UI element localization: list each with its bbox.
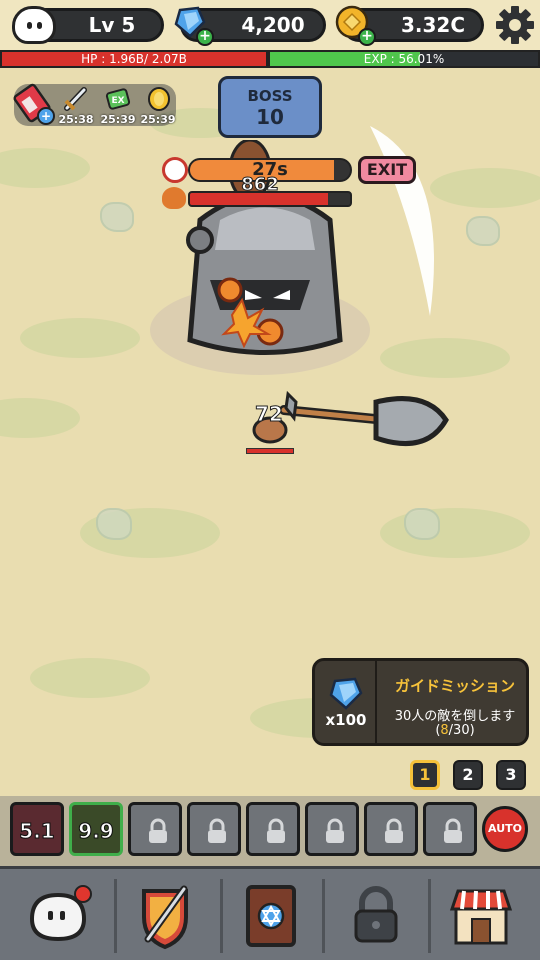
svg-text:EX: EX: [111, 96, 124, 106]
level-label: Lv 5: [88, 13, 136, 37]
skill-cooldown: 9.9: [78, 819, 114, 844]
skill-slot-locked[interactable]: [305, 802, 359, 856]
mission-progress: (8/30): [381, 723, 529, 738]
svg-text:+: +: [41, 109, 51, 123]
grass-patch: [30, 658, 150, 698]
add-gems-button[interactable]: +: [196, 28, 214, 46]
lock-icon: [149, 818, 167, 843]
skill-slot-1[interactable]: 5.1: [10, 802, 64, 856]
equipment-shield-icon: [142, 885, 188, 950]
skull-icon: [162, 187, 186, 209]
nav-spellbook[interactable]: [222, 875, 322, 959]
lock-icon: [326, 818, 344, 843]
player-exp-label: EXP : 56.01%: [363, 52, 445, 66]
exp-scroll-icon: EX: [105, 88, 131, 110]
grass-patch: [0, 398, 80, 438]
buff-panel: + 25:38 EX 25:39 25:39: [12, 82, 178, 128]
player-exp-bar: EXP : 56.01%: [268, 50, 540, 68]
nav-equipment[interactable]: [116, 875, 216, 959]
add-gold-button[interactable]: +: [358, 28, 376, 46]
mission-progress-current: 8: [440, 723, 449, 738]
skill-slot-locked[interactable]: [187, 802, 241, 856]
lock-icon: [444, 818, 462, 843]
boss-stage-number: 10: [256, 105, 284, 129]
hero-hp-bar: [246, 448, 294, 454]
nav-divider: [428, 879, 431, 953]
lock-icon: [267, 818, 285, 843]
gold-count: 3.32C: [400, 13, 466, 37]
nav-divider: [322, 879, 325, 953]
gem-count: 4,200: [241, 13, 305, 37]
mission-title: ガイドミッション: [394, 677, 515, 695]
nav-locked[interactable]: [326, 875, 426, 959]
skill-bar: 5.1 9.9 AUTO: [0, 796, 540, 866]
notification-dot: [74, 885, 92, 903]
spellbook-icon: [246, 885, 296, 947]
shop-icon: [449, 889, 513, 945]
lock-icon: [208, 818, 226, 843]
skill-cooldown: 5.1: [19, 819, 55, 844]
player-hp-label: HP : 1.96B/ 2.07B: [81, 52, 187, 66]
skill-slot-locked[interactable]: [128, 802, 182, 856]
grass-patch: [0, 148, 90, 188]
grass-patch: [380, 338, 510, 378]
mission-reward-amount: x100: [325, 711, 367, 729]
buff-attack[interactable]: 25:38: [56, 84, 96, 126]
rock: [466, 216, 500, 246]
auto-skill-button[interactable]: AUTO: [482, 806, 528, 852]
top-bar: Lv 5 4,200 + 3.32C +: [0, 0, 540, 50]
grass-patch: [380, 508, 530, 558]
rocket-boost-icon[interactable]: +: [12, 82, 58, 128]
mission-reward-box: x100: [315, 661, 377, 743]
sword-icon: [64, 87, 87, 111]
rock: [404, 508, 440, 540]
guide-mission-panel[interactable]: x100 ガイドミッション 30人の敵を倒します (8/30): [312, 658, 529, 746]
settings-gear-icon[interactable]: [494, 4, 536, 46]
buff-gold[interactable]: 25:39: [138, 84, 178, 126]
skill-slot-locked[interactable]: [423, 802, 477, 856]
skill-page-tab-2[interactable]: 2: [453, 760, 483, 790]
bottom-nav: [0, 866, 540, 960]
lock-icon: [354, 886, 398, 943]
nav-character[interactable]: [8, 875, 108, 959]
boss-stage-badge: BOSS 10: [218, 76, 322, 138]
skill-slot-locked[interactable]: [364, 802, 418, 856]
buff-exp[interactable]: EX 25:39: [98, 84, 138, 126]
rock: [96, 508, 132, 540]
grass-patch: [20, 318, 140, 358]
hero-level: 72: [255, 402, 284, 427]
clock-icon: [162, 157, 188, 183]
player-avatar-icon[interactable]: [12, 6, 56, 44]
player-hp-bar: HP : 1.96B/ 2.07B: [0, 50, 268, 68]
boss-hp-value: 862: [241, 174, 280, 196]
rock: [100, 202, 134, 232]
exit-boss-button[interactable]: EXIT: [358, 156, 416, 184]
skill-page-tab-1[interactable]: 1: [410, 760, 440, 790]
skill-slot-locked[interactable]: [246, 802, 300, 856]
lock-icon: [385, 818, 403, 843]
mission-description: 30人の敵を倒します: [394, 709, 516, 724]
nav-shop[interactable]: [432, 875, 532, 959]
mission-progress-rest: /30): [448, 723, 475, 738]
gold-coin-icon: [148, 87, 170, 111]
gem-icon: [329, 677, 363, 710]
boss-badge-label: BOSS: [247, 87, 293, 105]
buff-time: 25:38: [58, 113, 94, 126]
buff-time: 25:39: [140, 113, 176, 126]
buff-time: 25:39: [100, 113, 136, 126]
skill-page-tab-3[interactable]: 3: [496, 760, 526, 790]
skill-slot-2[interactable]: 9.9: [69, 802, 123, 856]
